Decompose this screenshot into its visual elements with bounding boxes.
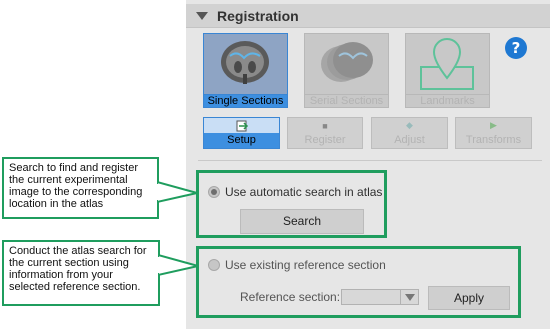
help-icon[interactable]: ?	[505, 37, 527, 59]
register-icon: ■	[322, 120, 328, 131]
registration-section-header[interactable]: Registration	[186, 4, 550, 28]
step-setup[interactable]: Setup	[203, 117, 280, 149]
dropdown-arrow-icon[interactable]	[400, 290, 418, 304]
apply-button[interactable]: Apply	[428, 286, 510, 310]
step-transforms[interactable]: ▶ Transforms	[455, 117, 532, 149]
landmarks-thumbnail	[405, 33, 490, 95]
existing-reference-radio[interactable]	[208, 259, 220, 271]
brain-icon	[221, 41, 269, 84]
collapse-triangle-icon[interactable]	[196, 11, 208, 20]
brain-section-thumbnail	[203, 33, 288, 95]
setup-icon	[236, 120, 248, 131]
callout-pointer-1	[157, 180, 198, 204]
single-sections-mode[interactable]: Single Sections	[203, 33, 288, 108]
callout-auto-search: Search to find and register the current …	[2, 157, 159, 219]
auto-search-label: Use automatic search in atlas	[225, 185, 383, 199]
step-register[interactable]: ■ Register	[287, 117, 363, 149]
serial-sections-thumbnail	[304, 33, 389, 95]
auto-search-radio[interactable]	[208, 186, 220, 198]
search-button[interactable]: Search	[240, 209, 364, 234]
landmarks-label: Landmarks	[405, 95, 490, 108]
reference-section-select[interactable]	[341, 289, 419, 305]
brain-stack-icon	[321, 42, 373, 82]
step-register-label: Register	[287, 133, 363, 149]
callout-pointer-2	[158, 253, 199, 277]
divider	[198, 160, 542, 161]
step-adjust-label: Adjust	[371, 133, 448, 149]
reference-section-label: Reference section:	[240, 290, 341, 304]
adjust-icon: ◆	[406, 120, 413, 130]
registration-title: Registration	[217, 7, 299, 24]
serial-sections-mode[interactable]: Serial Sections	[304, 33, 389, 108]
single-sections-label: Single Sections	[203, 95, 288, 108]
serial-sections-label: Serial Sections	[304, 95, 389, 108]
step-transforms-label: Transforms	[455, 133, 532, 149]
transforms-icon: ▶	[490, 120, 497, 130]
callout-existing-reference: Conduct the atlas search for the current…	[2, 240, 160, 306]
step-setup-label: Setup	[203, 133, 280, 149]
existing-reference-label: Use existing reference section	[225, 258, 386, 272]
step-adjust[interactable]: ◆ Adjust	[371, 117, 448, 149]
landmarks-mode[interactable]: Landmarks	[405, 33, 490, 108]
map-pin-icon	[420, 38, 474, 90]
